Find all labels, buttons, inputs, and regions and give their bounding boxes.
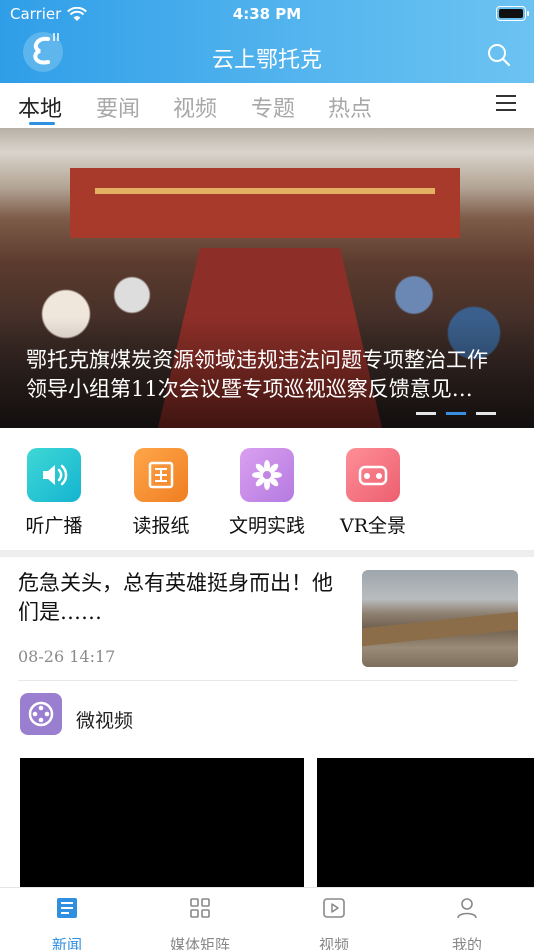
flower-icon [240,448,294,502]
section-separator [0,550,534,557]
banner-dot-active[interactable] [446,412,466,415]
nav-label: 视频 [318,936,349,950]
status-time: 4:38 PM [232,5,302,23]
search-icon[interactable] [486,42,512,68]
micro-video-label[interactable]: 微视频 [76,706,133,733]
app-title: 云上鄂托克 [211,48,322,73]
user-icon [457,898,477,919]
tab-video[interactable]: 视频 [173,91,217,123]
top-banner[interactable]: 鄂托克旗煤炭资源领域违规违法问题专项整治工作 领导小组第11次会议暨专项巡视巡察… [0,128,534,428]
quick-link-newspaper[interactable]: 读报纸 [121,448,201,538]
quick-link-label: VR全景 [339,515,407,537]
tab-headlines[interactable]: 要闻 [96,91,140,123]
news-icon [57,898,77,918]
nav-profile[interactable]: 我的 [417,896,517,950]
tab-local[interactable]: 本地 [18,91,62,123]
divider [18,680,518,681]
news-thumbnail [362,570,518,667]
quick-link-label: 听广播 [25,515,83,537]
banner-caption-line2: 领导小组第11次会议暨专项巡视巡察反馈意见… [26,377,473,401]
play-icon [323,898,345,918]
speaker-icon [27,448,81,502]
app-header: Carrier 4:38 PM 云上鄂托克 [0,0,534,83]
channel-tabs: 本地 要闻 视频 专题 热点 [0,83,534,128]
newspaper-icon [134,448,188,502]
quick-link-label: 读报纸 [132,515,190,537]
quick-link-label: 文明实践 [228,515,305,537]
battery-icon [496,6,529,21]
video-thumbnail[interactable] [317,758,534,888]
nav-media-matrix[interactable]: 媒体矩阵 [150,896,250,950]
news-time: 08-26 14:17 [18,647,116,666]
nav-news[interactable]: 新闻 [17,896,117,950]
banner-caption: 鄂托克旗煤炭资源领域违规违法问题专项整治工作 领导小组第11次会议暨专项巡视巡察… [26,346,516,404]
banner-backdrop [70,168,460,238]
quick-link-civilization[interactable]: 文明实践 [227,448,307,538]
quick-link-vr[interactable]: VR全景 [333,448,413,538]
tab-hot[interactable]: 热点 [328,91,372,123]
banner-dot[interactable] [416,412,436,415]
vr-goggles-icon [346,448,400,502]
nav-video[interactable]: 视频 [284,896,384,950]
video-thumbnail[interactable] [20,758,304,888]
banner-caption-line1: 鄂托克旗煤炭资源领域违规违法问题专项整治工作 [26,348,488,372]
status-bar: Carrier 4:38 PM [0,0,534,28]
active-tab-indicator [29,122,55,125]
nav-label: 我的 [451,936,482,950]
grid-icon [190,898,210,918]
banner-page-dots [416,412,496,415]
nav-label: 媒体矩阵 [169,936,230,950]
news-item[interactable]: 危急关头，总有英雄挺身而出！他们是…… 08-26 14:17 [0,557,534,680]
channel-menu-icon[interactable] [496,95,516,113]
tab-special[interactable]: 专题 [251,91,295,123]
bottom-nav: 新闻 媒体矩阵 视频 我的 [0,887,534,950]
nav-label: 新闻 [51,936,82,950]
banner-backdrop-text [95,188,435,194]
banner-dot[interactable] [476,412,496,415]
film-reel-icon [20,693,62,735]
news-title: 危急关头，总有英雄挺身而出！他们是…… [18,571,333,624]
quick-links: 听广播 读报纸 文明实践 VR全景 [0,428,534,550]
quick-link-radio[interactable]: 听广播 [14,448,94,538]
